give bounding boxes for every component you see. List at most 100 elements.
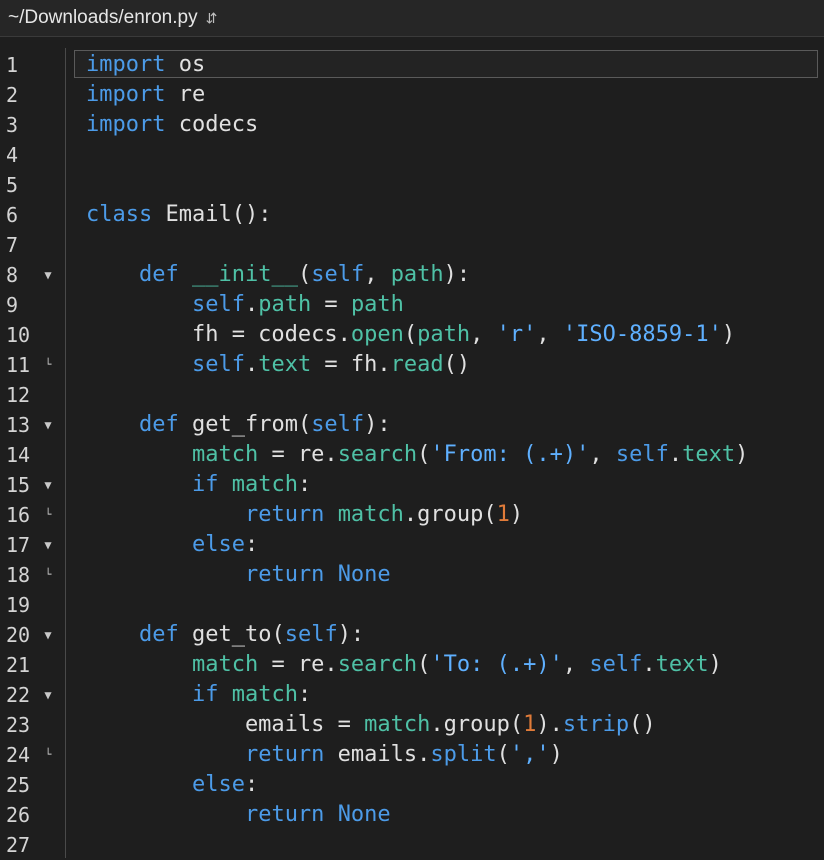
code-token: return — [244, 802, 325, 827]
code-token: self — [311, 262, 365, 287]
code-token: : — [297, 472, 312, 497]
code-token: .group( — [403, 502, 497, 527]
code-line[interactable]: return emails.split(',') — [86, 740, 563, 770]
code-token: Email(): — [152, 202, 272, 227]
fold-arrow-icon[interactable]: ▼ — [40, 530, 56, 560]
code-line[interactable]: def __init__(self, path): — [86, 260, 470, 290]
code-token: ) — [708, 652, 722, 677]
code-token: if — [191, 472, 219, 497]
code-token: self — [589, 652, 643, 677]
code-line[interactable]: import re — [86, 80, 205, 110]
code-token: () — [629, 712, 656, 737]
code-token: open — [350, 322, 404, 347]
code-line[interactable]: def get_from(self): — [86, 410, 391, 440]
code-line[interactable]: def get_to(self): — [86, 620, 364, 650]
code-token: path — [417, 322, 471, 347]
fold-arrow-icon[interactable]: ▼ — [40, 680, 56, 710]
code-token: text — [682, 442, 736, 467]
line-number: 19 — [6, 593, 31, 617]
code-line[interactable]: import codecs — [86, 110, 258, 140]
code-token: match — [364, 712, 431, 737]
code-line[interactable]: match = re.search('To: (.+)', self.text) — [86, 650, 722, 680]
code-line[interactable]: import os — [86, 50, 205, 80]
code-token: ( — [403, 322, 418, 347]
code-line[interactable]: self.text = fh.read() — [86, 350, 470, 380]
code-token: () — [443, 352, 471, 377]
fold-end-icon: └ — [44, 568, 52, 581]
line-number: 10 — [6, 323, 31, 347]
code-token: 1 — [496, 502, 510, 527]
code-token: self — [191, 352, 245, 377]
code-token: ( — [417, 652, 431, 677]
code-token: class — [86, 202, 153, 227]
code-token: split — [430, 742, 497, 767]
code-token: return — [244, 502, 325, 527]
code-token: path — [390, 262, 444, 287]
code-token: text — [655, 652, 709, 677]
code-token: path — [258, 292, 312, 317]
code-token: os — [165, 52, 206, 77]
code-token: .group( — [430, 712, 524, 737]
line-number: 9 — [6, 293, 19, 317]
code-line[interactable]: self.path = path — [86, 290, 404, 320]
code-token: ) — [735, 442, 749, 467]
code-token: : — [297, 682, 312, 707]
code-token: text — [258, 352, 312, 377]
code-token: , — [536, 322, 563, 347]
updown-chevron-icon[interactable]: ⇵ — [206, 10, 218, 27]
code-token: None — [337, 802, 391, 827]
code-token: ): — [364, 412, 391, 437]
code-token: else — [191, 772, 245, 797]
code-token: read — [390, 352, 444, 377]
code-token: fh = codecs. — [86, 322, 351, 347]
code-token: emails. — [324, 742, 431, 767]
code-line[interactable]: return None — [86, 560, 391, 590]
code-line[interactable]: else: — [86, 530, 258, 560]
code-line[interactable]: fh = codecs.open(path, 'r', 'ISO-8859-1'… — [86, 320, 735, 350]
code-token: , — [562, 652, 590, 677]
code-line[interactable]: match = re.search('From: (.+)', self.tex… — [86, 440, 748, 470]
code-token: search — [337, 442, 418, 467]
fold-arrow-icon[interactable]: ▼ — [40, 260, 56, 290]
code-token: : — [244, 772, 259, 797]
code-token: = re. — [258, 442, 338, 467]
fold-arrow-icon[interactable]: ▼ — [40, 620, 56, 650]
code-token: , — [364, 262, 391, 287]
code-token: match — [191, 442, 259, 467]
code-token: 'r' — [496, 322, 537, 347]
code-line[interactable]: if match: — [86, 680, 311, 710]
fold-arrow-icon[interactable]: ▼ — [40, 470, 56, 500]
code-line[interactable]: if match: — [86, 470, 311, 500]
file-title-bar[interactable]: ~/Downloads/enron.py ⇵ — [0, 0, 824, 37]
code-token: def — [138, 412, 179, 437]
code-token: def — [138, 262, 179, 287]
line-number-gutter: 1 2 3 4 5 6 7 8 ▼ 9 10 11 └ 12 13 ▼ 14 15 ▼ 16 └ 17 ▼ 18 └ 19 20 ▼ 2… — [0, 48, 66, 858]
line-number: 14 — [6, 443, 31, 467]
code-token: ): — [337, 622, 365, 647]
line-number: 12 — [6, 383, 31, 407]
file-path-title: ~/Downloads/enron.py — [8, 7, 198, 28]
code-line[interactable]: return match.group(1) — [86, 500, 523, 530]
code-line[interactable]: else: — [86, 770, 258, 800]
code-editor[interactable]: import os import re import codecs class Ema… — [66, 48, 824, 858]
code-token: return — [244, 562, 325, 587]
code-token: self — [311, 412, 365, 437]
line-number: 5 — [6, 173, 19, 197]
code-line[interactable]: return None — [86, 800, 391, 830]
code-token: def — [138, 622, 179, 647]
fold-arrow-icon[interactable]: ▼ — [40, 410, 56, 440]
code-line[interactable]: class Email(): — [86, 200, 271, 230]
code-token: = re. — [258, 652, 338, 677]
code-line[interactable]: emails = match.group(1).strip() — [86, 710, 656, 740]
